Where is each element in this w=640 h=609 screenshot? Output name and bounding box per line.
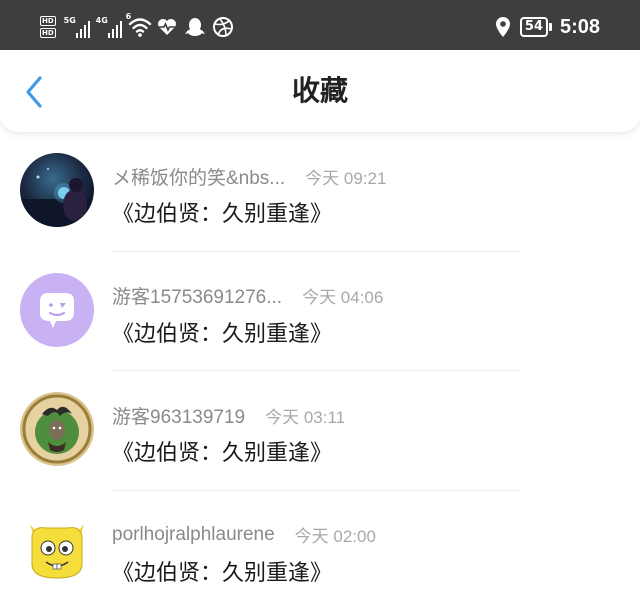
clock: 5:08: [559, 15, 600, 38]
signal-5g-icon: 5G: [64, 16, 90, 38]
item-meta: メ稀饭你的笑&nbs... 今天 09:21: [112, 163, 386, 189]
status-bar: HD HD 5G 4G 6 54 5:08: [0, 0, 640, 50]
status-right: 54 5:08: [494, 12, 600, 42]
back-button[interactable]: [18, 74, 50, 110]
username: porlhojralphlaurene: [112, 523, 275, 545]
list-item[interactable]: porlhojralphlaurene 今天 02:00 《边伯贤：久别重逢》: [0, 491, 640, 609]
dribbble-icon: [212, 16, 234, 38]
page-title: 收藏: [291, 74, 348, 107]
username: 游客963139719: [112, 406, 246, 428]
location-pin-icon: [494, 16, 512, 38]
item-title[interactable]: 《边伯贤：久别重逢》: [112, 196, 332, 228]
list-item[interactable]: 游客15753691276... 今天 04:06 《边伯贤：久别重逢》: [0, 252, 640, 371]
wifi-badge: 6: [125, 12, 132, 21]
list-item[interactable]: メ稀饭你的笑&nbs... 今天 09:21 《边伯贤：久别重逢》: [0, 132, 640, 252]
item-meta: 游客15753691276... 今天 04:06: [112, 283, 383, 309]
timestamp: 今天 02:00: [294, 527, 376, 546]
list-item[interactable]: 游客963139719 今天 03:11 《边伯贤：久别重逢》: [0, 371, 640, 491]
avatar[interactable]: [20, 511, 94, 586]
back-chevron-icon: [26, 76, 42, 108]
timestamp: 今天 04:06: [302, 288, 384, 307]
hd-indicator: HD HD: [40, 16, 56, 38]
status-left: HD HD 5G 4G 6: [40, 12, 234, 42]
qq-penguin-icon: [184, 16, 206, 38]
heart-pulse-icon: [156, 16, 178, 38]
nav-header: 收藏: [0, 50, 640, 132]
item-title[interactable]: 《边伯贤：久别重逢》: [112, 316, 332, 348]
favorites-list: メ稀饭你的笑&nbs... 今天 09:21 《边伯贤：久别重逢》 游客1575…: [0, 132, 640, 609]
battery-level: 54: [519, 17, 548, 37]
hd-top-badge: HD: [40, 16, 56, 26]
item-title[interactable]: 《边伯贤：久别重逢》: [112, 555, 332, 587]
item-title[interactable]: 《边伯贤：久别重逢》: [112, 435, 332, 467]
net-type-1: 5G: [63, 16, 76, 25]
wifi-icon: 6: [126, 12, 151, 38]
item-meta: porlhojralphlaurene 今天 02:00: [112, 522, 376, 548]
hd-bottom-badge: HD: [40, 28, 56, 38]
username: 游客15753691276...: [112, 287, 283, 308]
avatar[interactable]: [20, 272, 94, 347]
net-type-2: 4G: [95, 16, 108, 25]
timestamp: 今天 09:21: [305, 168, 387, 188]
avatar[interactable]: [20, 153, 94, 227]
username: メ稀饭你的笑&nbs...: [112, 167, 286, 189]
signal-4g-icon: 4G: [96, 16, 122, 38]
battery-icon: 54: [519, 17, 552, 37]
item-meta: 游客963139719 今天 03:11: [112, 402, 345, 428]
avatar[interactable]: [20, 392, 94, 466]
timestamp: 今天 03:11: [265, 407, 346, 427]
